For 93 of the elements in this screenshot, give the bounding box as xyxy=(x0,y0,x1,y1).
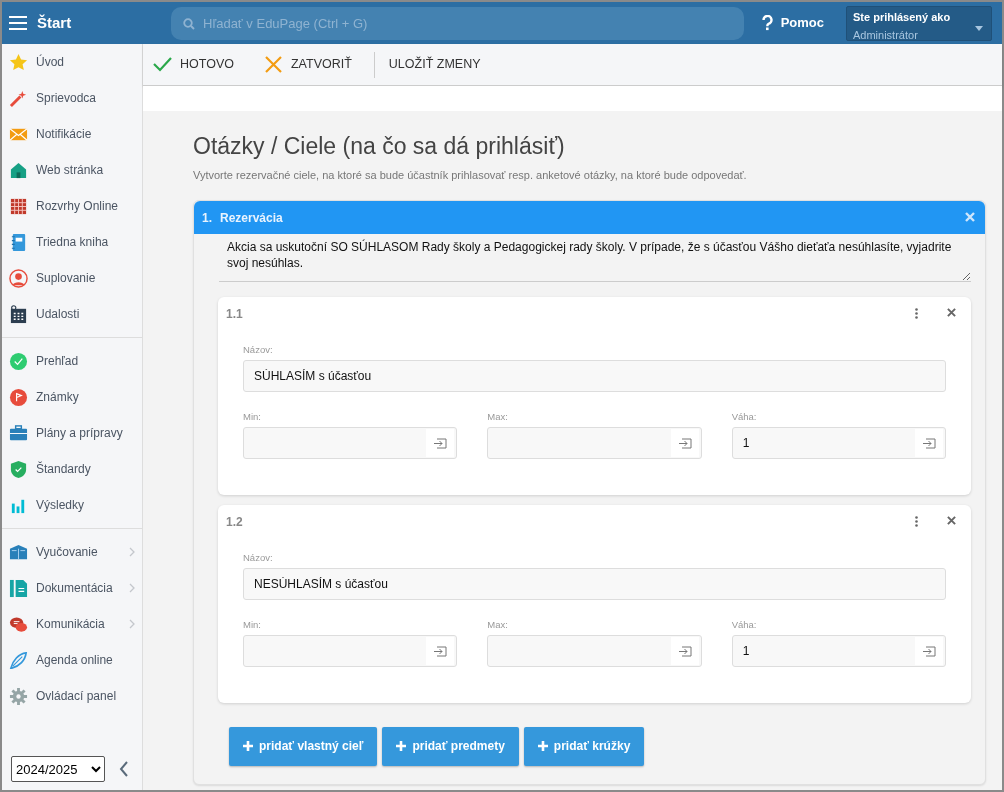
menu-icon[interactable] xyxy=(9,16,27,30)
option-number: 1.1 xyxy=(226,305,243,323)
name-field[interactable]: NESÚHLASÍM s účasťou xyxy=(243,567,946,600)
sidebar-item[interactable]: Dokumentácia xyxy=(2,570,142,606)
plus-icon xyxy=(243,741,253,752)
field-label: Váha: xyxy=(731,617,758,632)
feather-icon xyxy=(9,650,28,670)
enter-icon xyxy=(677,645,692,657)
search-icon xyxy=(183,17,195,30)
shield-icon xyxy=(9,459,28,479)
flag-circle-icon xyxy=(9,387,28,407)
sidebar-item[interactable]: Rozvrhy Online xyxy=(2,188,142,224)
enter-icon xyxy=(922,437,936,449)
close-button[interactable] xyxy=(965,211,977,224)
sidebar-item[interactable]: Komunikácia xyxy=(2,606,142,642)
close-icon xyxy=(947,515,956,525)
enter-button[interactable] xyxy=(426,637,455,666)
done-button[interactable]: HOTOVO xyxy=(153,55,248,74)
sidebar-item[interactable]: Udalosti xyxy=(2,296,142,332)
calendar-icon xyxy=(9,304,28,324)
field-label: Min: xyxy=(243,409,262,424)
sidebar-item[interactable]: Štandardy xyxy=(2,451,142,487)
sidebar-item[interactable]: Suplovanie xyxy=(2,260,142,296)
enter-button[interactable] xyxy=(670,429,699,458)
plus-icon xyxy=(537,741,548,752)
field-label: Váha: xyxy=(731,409,758,424)
close-icon xyxy=(965,211,975,222)
settings-icon xyxy=(9,686,28,706)
name-field[interactable]: SÚHLASÍM s účasťou xyxy=(243,359,946,392)
section-number: 1. xyxy=(202,209,212,227)
search-field[interactable]: Hľadať v EduPage (Ctrl + G) xyxy=(171,6,744,40)
enter-button[interactable] xyxy=(915,637,943,666)
field-label: Min: xyxy=(243,617,262,632)
caret-icon xyxy=(975,25,983,31)
app-title[interactable]: Štart xyxy=(37,11,171,35)
user-label: Ste prihlásený ako xyxy=(853,9,952,25)
enter-button[interactable] xyxy=(670,637,699,666)
sidebar-item[interactable]: Úvod xyxy=(2,44,142,80)
enter-icon xyxy=(922,645,936,657)
briefcase-icon xyxy=(9,423,28,443)
option-number: 1.2 xyxy=(226,513,243,531)
sidebar-item[interactable]: Triedna kniha xyxy=(2,224,142,260)
more-icon xyxy=(915,515,918,527)
description-field[interactable]: Akcia sa uskutoční SO SÚHLASOM Rady školy a Pedagogickej rady školy. V prípade, že s účasťou Vášho dieťaťa nesúhlasíte, vyjadrite svoj nesúhlas. xyxy=(219,237,971,283)
book-icon xyxy=(9,542,28,562)
chevron-right-icon xyxy=(128,583,136,593)
calendar-grid-icon xyxy=(9,196,28,216)
page-title: Otázky / Ciele (na čo sa dá prihlásiť) xyxy=(193,133,566,161)
sidebar-item[interactable]: Sprievodca xyxy=(2,80,142,116)
close-icon xyxy=(947,307,956,317)
enter-button[interactable] xyxy=(915,429,943,458)
year-select[interactable]: 2024/2025 xyxy=(11,756,105,782)
close-button[interactable] xyxy=(947,307,959,320)
checkmark-circle-icon xyxy=(9,351,28,371)
user-name: Administrátor xyxy=(853,28,918,43)
chevron-right-icon xyxy=(128,547,136,557)
person-icon xyxy=(9,268,28,288)
check-icon xyxy=(153,55,172,74)
field-label: Max: xyxy=(487,617,509,632)
chat-bubbles-icon xyxy=(9,614,28,634)
close-button[interactable] xyxy=(947,515,959,528)
help-link[interactable]: Pomoc xyxy=(761,13,824,33)
close-icon xyxy=(263,55,283,74)
save-button[interactable]: ULOŽIŤ ZMENY xyxy=(388,55,495,74)
enter-button[interactable] xyxy=(426,429,455,458)
more-icon xyxy=(915,307,918,319)
collapse-icon[interactable] xyxy=(119,761,129,777)
field-label: Názov: xyxy=(243,550,274,565)
question-icon xyxy=(761,15,773,31)
plus-icon xyxy=(396,741,407,752)
enter-icon xyxy=(433,437,448,449)
chevron-right-icon xyxy=(128,619,136,629)
section-title: Rezervácia xyxy=(220,209,283,227)
sidebar-item[interactable]: Výsledky xyxy=(2,487,142,523)
field-label: Max: xyxy=(487,409,509,424)
sidebar-item[interactable]: Web stránka xyxy=(2,152,142,188)
field-label: Názov: xyxy=(243,342,274,357)
sidebar-item[interactable]: Prehľad xyxy=(2,343,142,379)
house-icon xyxy=(9,160,28,180)
enter-icon xyxy=(677,437,692,449)
star-icon xyxy=(9,52,28,72)
sidebar-item[interactable]: Plány a prípravy xyxy=(2,415,142,451)
sidebar-item[interactable]: Agenda online xyxy=(2,642,142,678)
user-dropdown[interactable]: Ste prihlásený ako Administrátor xyxy=(846,5,992,41)
sidebar-item[interactable]: Notifikácie xyxy=(2,116,142,152)
notebook-icon xyxy=(9,232,28,252)
document-icon xyxy=(9,578,28,598)
sidebar-item[interactable]: Ovládací panel xyxy=(2,678,142,714)
close-button[interactable]: ZATVORIŤ xyxy=(263,55,366,74)
enter-icon xyxy=(433,645,448,657)
sidebar-item[interactable]: Známky xyxy=(2,379,142,415)
sidebar-item[interactable]: Vyučovanie xyxy=(2,534,142,570)
page-subtitle: Vytvorte rezervačné ciele, na ktoré sa bude účastník prihlasovať resp. anketové otázky, na ktoré bude odpovedať. xyxy=(193,167,748,183)
